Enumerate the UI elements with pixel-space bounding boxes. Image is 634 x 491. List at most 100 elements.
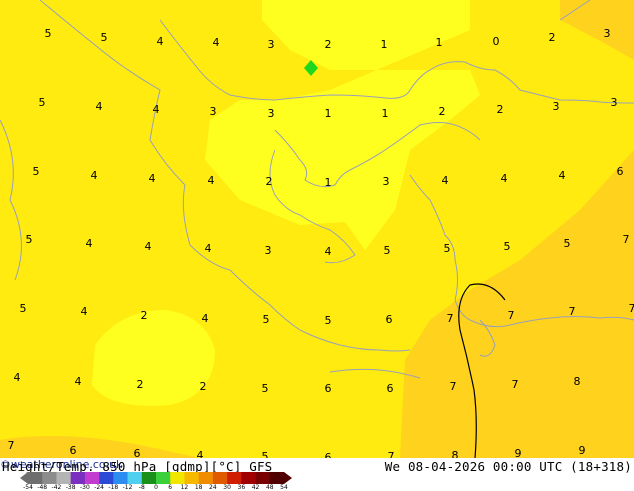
value-label: 5 [45,27,52,40]
value-label: 4 [208,174,215,187]
scale-tick-label: -48 [37,485,47,491]
scale-tick-label: 36 [238,485,246,491]
value-label: 6 [134,447,141,458]
scale-tick-label: -18 [108,485,118,491]
forecast-datetime: We 08-04-2026 00:00 UTC (18+318) [385,459,632,474]
scale-tick-label: -54 [23,485,33,491]
scale-swatch [270,472,285,484]
scale-tick-label: 24 [209,485,217,491]
value-label: 4 [442,174,449,187]
scale-swatch [28,472,43,484]
value-label: 7 [569,305,576,318]
value-label: 5 [26,233,33,246]
value-label: 6 [386,313,393,326]
value-label: 9 [579,444,586,457]
value-label: 5 [384,244,391,257]
scale-tick-label: 12 [181,485,189,491]
value-label: 4 [197,449,204,458]
value-label: 5 [20,302,27,315]
value-label: 6 [70,444,77,457]
value-label: 9 [515,447,522,458]
scale-swatch [227,472,242,484]
value-label: 5 [444,242,451,255]
value-label: 0 [493,35,500,48]
scale-swatch [142,472,157,484]
value-label: 7 [512,378,519,391]
value-label: 5 [325,314,332,327]
scale-swatch [42,472,57,484]
scale-swatch [113,472,128,484]
scale-tick-label: -38 [66,485,76,491]
value-label: 7 [629,302,634,315]
value-label: 2 [137,378,144,391]
value-label: 3 [383,175,390,188]
scale-swatch [256,472,271,484]
value-label: 7 [8,439,15,452]
value-label: 2 [549,31,556,44]
value-label: 5 [263,313,270,326]
scale-swatch [241,472,256,484]
value-label: 1 [325,176,332,189]
value-label: 4 [501,172,508,185]
value-label: 1 [325,107,332,120]
scale-tick-label: 30 [223,485,231,491]
value-label: 7 [388,450,395,458]
scale-swatch [213,472,228,484]
value-label: 2 [497,103,504,116]
map-canvas: 5544321102354433112233544421344465444345… [0,0,634,458]
scale-tick-label: -42 [52,485,62,491]
value-label: 4 [205,242,212,255]
value-label: 4 [86,237,93,250]
value-label: 3 [611,96,618,109]
value-label: 2 [200,380,207,393]
value-label: 3 [210,105,217,118]
scale-arrow-left [20,472,28,484]
scale-tick-label: 0 [154,485,158,491]
color-scale-ticks: -54-48-42-38-30-24-18-12-806121824303642… [28,485,294,491]
value-label: 4 [157,35,164,48]
scale-tick-label: 48 [266,485,274,491]
value-label: 4 [96,100,103,113]
value-label: 5 [564,237,571,250]
scale-tick-label: -12 [123,485,133,491]
value-label: 3 [265,244,272,257]
value-label: 7 [508,309,515,322]
value-label: 1 [436,36,443,49]
value-label: 4 [81,305,88,318]
scale-swatch [99,472,114,484]
scale-arrow-right [284,472,292,484]
value-label: 4 [149,172,156,185]
value-label: 3 [604,27,611,40]
scale-swatch [56,472,71,484]
value-label: 3 [268,38,275,51]
value-label: 4 [145,240,152,253]
scale-swatch [184,472,199,484]
color-scale [20,472,292,484]
value-label: 7 [623,233,630,246]
value-label: 2 [141,309,148,322]
value-label: 4 [202,312,209,325]
scale-swatch [156,472,171,484]
scale-tick-label: 54 [280,485,288,491]
value-label: 4 [91,169,98,182]
value-label: 5 [262,382,269,395]
value-label: 7 [450,380,457,393]
scale-swatch [85,472,100,484]
value-label: 2 [439,105,446,118]
scale-swatch [199,472,214,484]
scale-tick-label: 6 [168,485,172,491]
scale-swatch [128,472,143,484]
value-label: 7 [447,312,454,325]
value-label: 6 [325,382,332,395]
value-label: 1 [382,107,389,120]
value-label: 5 [101,31,108,44]
scale-swatch [71,472,86,484]
value-label: 5 [33,165,40,178]
scale-tick-label: 42 [252,485,260,491]
value-label: 4 [559,169,566,182]
scale-tick-label: 18 [195,485,203,491]
scale-tick-label: -24 [94,485,104,491]
value-label: 5 [39,96,46,109]
value-label: 4 [75,375,82,388]
value-label: 8 [574,375,581,388]
